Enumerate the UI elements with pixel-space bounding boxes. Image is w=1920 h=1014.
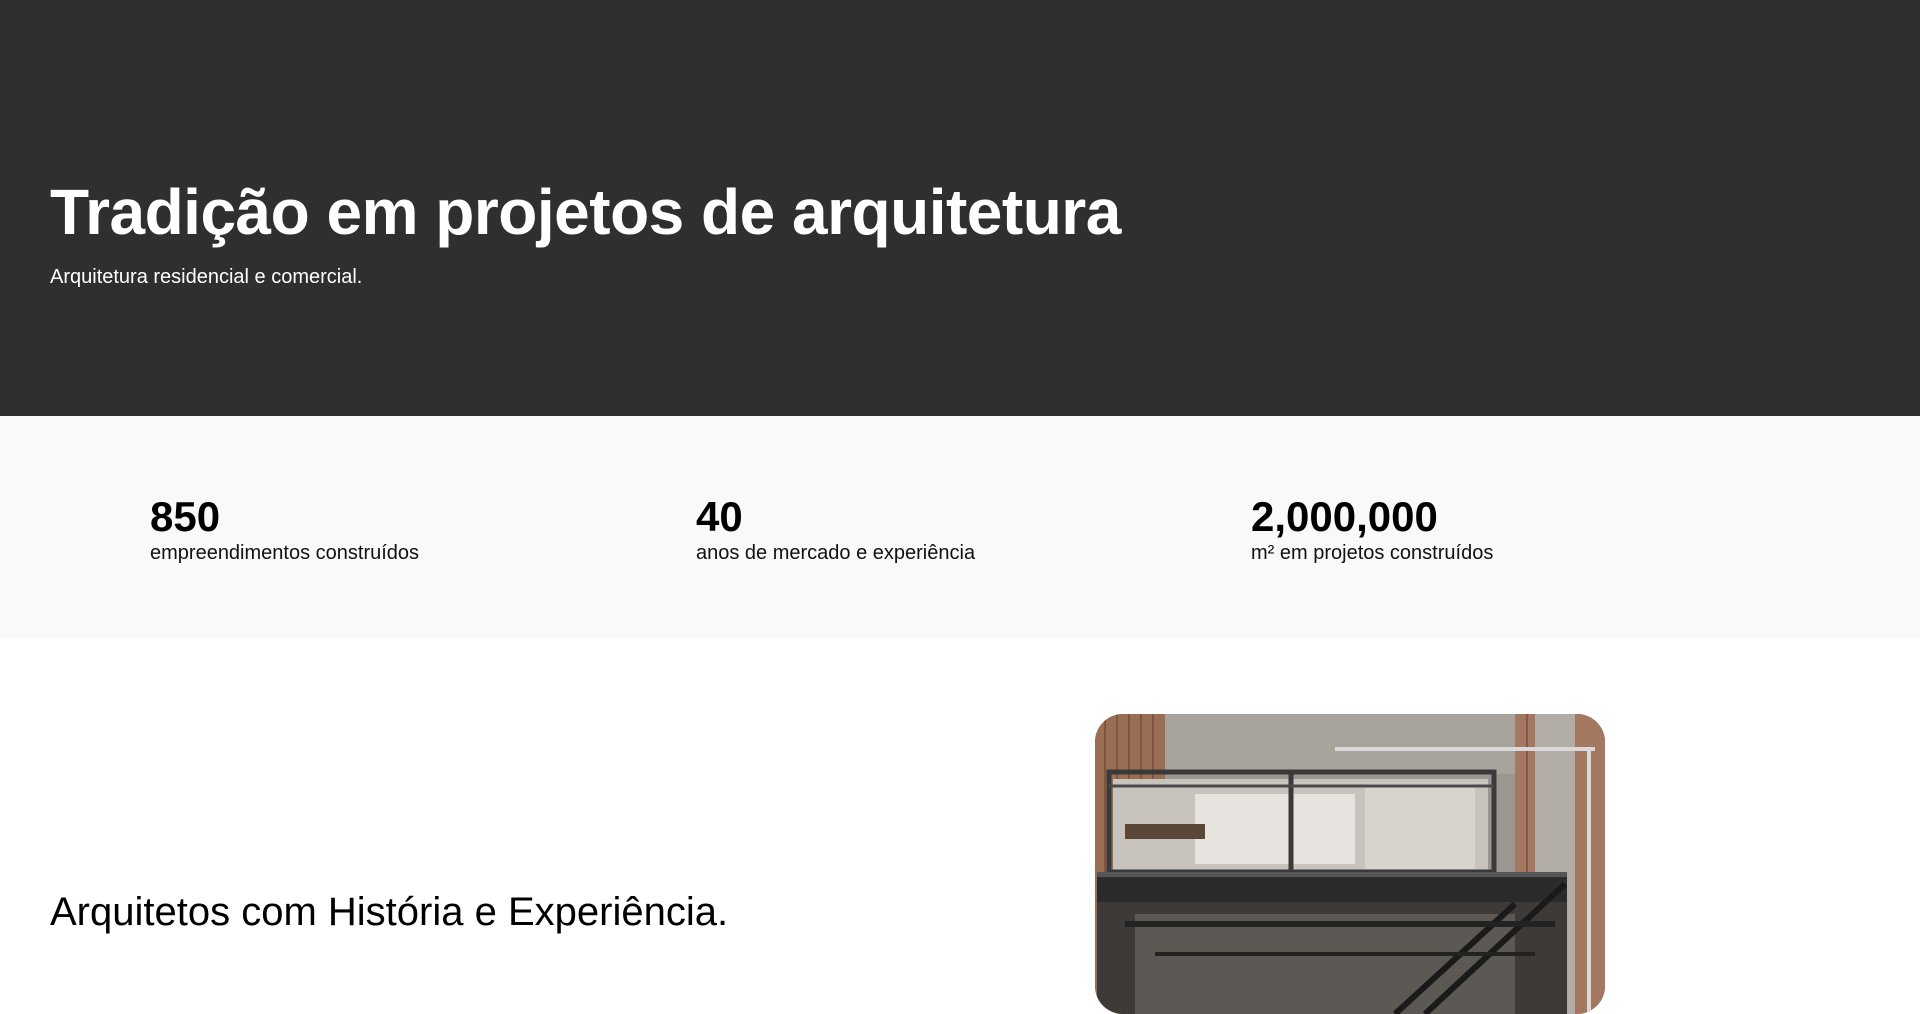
stat-value: 2,000,000 <box>1251 493 1438 540</box>
stat-label: anos de mercado e experiência <box>696 542 976 565</box>
stat-area: 2,000,000 m² em projetos construídos <box>1251 493 1494 565</box>
interior-illustration <box>1095 714 1605 1014</box>
stat-years: 40 anos de mercado e experiência <box>696 493 976 565</box>
hero-subtitle: Arquitetura residencial e comercial. <box>50 266 363 288</box>
stat-projects: 850 empreendimentos construídos <box>150 493 420 565</box>
architecture-photo <box>1095 714 1605 1014</box>
hero-title: Tradição em projetos de arquitetura <box>50 176 1121 248</box>
stat-value: 850 <box>150 493 221 540</box>
stat-label: empreendimentos construídos <box>150 542 420 565</box>
hero-section: Tradição em projetos de arquitetura Arqu… <box>0 0 1920 416</box>
stat-label: m² em projetos construídos <box>1251 542 1494 565</box>
stat-value: 40 <box>696 493 743 540</box>
stats-section: 850 empreendimentos construídos 40 anos … <box>0 416 1920 638</box>
about-title: Arquitetos com História e Experiência. <box>50 890 729 934</box>
